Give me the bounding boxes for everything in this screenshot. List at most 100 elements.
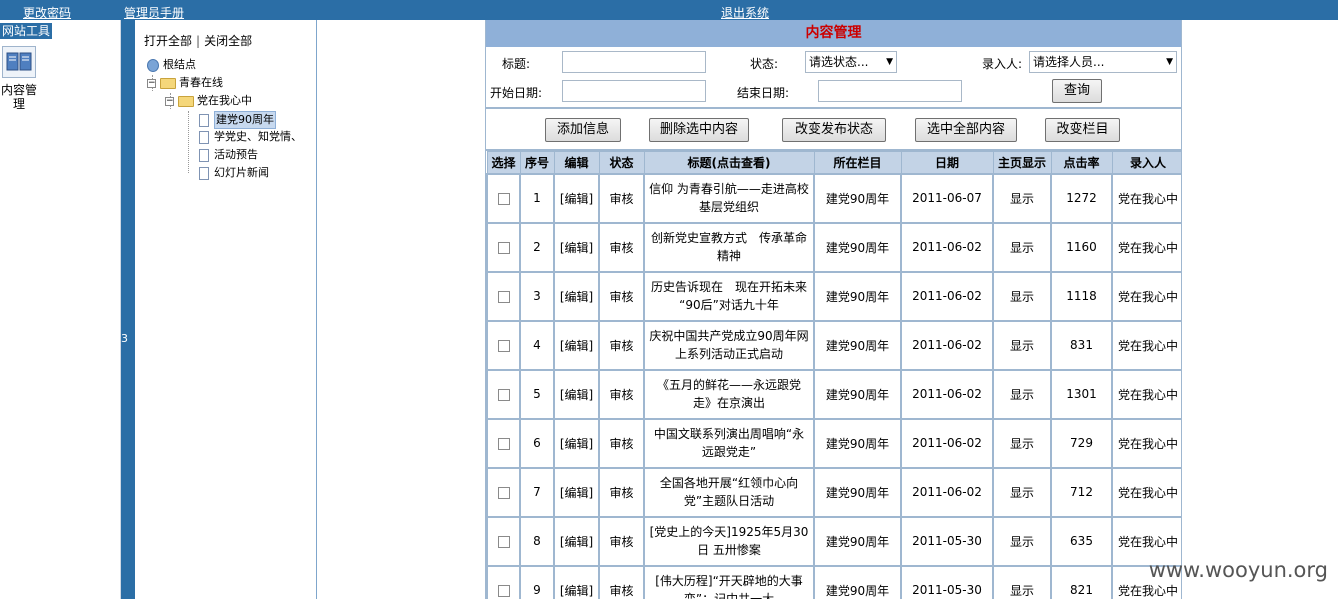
row-title-link[interactable]: 中国文联系列演出周唱响“永远跟党走” — [643, 417, 815, 469]
open-all-link[interactable]: 打开全部 — [144, 34, 192, 48]
row-date: 2011-06-02 — [900, 319, 994, 371]
row-author: 党在我心中 — [1111, 368, 1181, 420]
logout-link[interactable]: 退出系统 — [721, 4, 769, 21]
row-number: 2 — [519, 221, 555, 273]
row-checkbox[interactable] — [497, 584, 510, 597]
row-checkbox[interactable] — [497, 192, 510, 205]
row-edit-link[interactable]: [编辑] — [553, 319, 600, 371]
tool-panel-title: 网站工具 — [0, 23, 53, 39]
splitter-toggle[interactable]: 3 — [121, 332, 128, 345]
tree-leaf-label: 活动预告 — [214, 148, 258, 161]
row-column: 建党90周年 — [813, 515, 902, 567]
row-edit-link[interactable]: [编辑] — [553, 368, 600, 420]
row-status: 审核 — [598, 270, 645, 322]
row-edit-link[interactable]: [编辑] — [553, 515, 600, 567]
row-title-link[interactable]: 历史告诉现在 现在开拓未来 “90后”对话九十年 — [643, 270, 815, 322]
row-home-display: 显示 — [992, 221, 1052, 273]
close-all-link[interactable]: 关闭全部 — [204, 34, 252, 48]
row-checkbox[interactable] — [497, 388, 510, 401]
tree-node-dangzai[interactable]: − 党在我心中 — [165, 93, 252, 109]
table-row: 3 [编辑] 审核 历史告诉现在 现在开拓未来 “90后”对话九十年 建党90周… — [486, 270, 1181, 322]
row-title-link[interactable]: [党史上的今天]1925年5月30日 五卅惨案 — [643, 515, 815, 567]
folder-icon — [160, 77, 176, 89]
change-publish-status-button[interactable]: 改变发布状态 — [782, 118, 886, 142]
query-button[interactable]: 查询 — [1052, 79, 1102, 103]
row-title-link[interactable]: 全国各地开展“红领巾心向党”主题队日活动 — [643, 466, 815, 518]
tree-node-label: 青春在线 — [179, 76, 223, 89]
row-title-link[interactable]: 创新党史宣教方式 传承革命精神 — [643, 221, 815, 273]
row-author: 党在我心中 — [1111, 319, 1181, 371]
row-column: 建党90周年 — [813, 172, 902, 224]
row-edit-link[interactable]: [编辑] — [553, 564, 600, 599]
row-author: 党在我心中 — [1111, 417, 1181, 469]
row-clicks: 1118 — [1050, 270, 1113, 322]
row-author: 党在我心中 — [1111, 270, 1181, 322]
select-all-button[interactable]: 选中全部内容 — [915, 118, 1017, 142]
status-select[interactable]: 请选状态... ▼ — [805, 51, 897, 73]
row-edit-link[interactable]: [编辑] — [553, 417, 600, 469]
table-header-row: 选择 序号 编辑 状态 标题(点击查看) 所在栏目 日期 主页显示 点击率 录入… — [486, 151, 1181, 174]
row-date: 2011-06-02 — [900, 466, 994, 518]
row-edit-link[interactable]: [编辑] — [553, 172, 600, 224]
start-date-input[interactable] — [562, 80, 706, 102]
row-number: 9 — [519, 564, 555, 599]
category-tree-panel: 打开全部 | 关闭全部 根结点 − 青春在线 − 党在我心中 建党90周年 学党史、… — [135, 20, 317, 599]
row-title-link[interactable]: 《五月的鲜花——永远跟党走》在京演出 — [643, 368, 815, 420]
tree-leaf-slides[interactable]: 幻灯片新闻 — [199, 165, 269, 181]
table-row: 1 [编辑] 审核 信仰 为青春引航——走进高校基层党组织 建党90周年 201… — [486, 172, 1181, 224]
entry-person-select[interactable]: 请选择人员... ▼ — [1029, 51, 1177, 73]
row-checkbox[interactable] — [497, 339, 510, 352]
row-edit-link[interactable]: [编辑] — [553, 221, 600, 273]
document-icon — [199, 148, 209, 162]
tree-leaf-history[interactable]: 学党史、知党情、 — [199, 129, 302, 145]
row-date: 2011-06-02 — [900, 368, 994, 420]
content-management-tool[interactable]: 内容管理 — [0, 83, 38, 111]
tree-leaf-label: 学党史、知党情、 — [214, 130, 302, 143]
pane-splitter[interactable]: 3 — [121, 20, 135, 599]
row-checkbox[interactable] — [497, 290, 510, 303]
document-icon — [199, 113, 209, 127]
row-clicks: 712 — [1050, 466, 1113, 518]
row-home-display: 显示 — [992, 270, 1052, 322]
entry-person-select-value: 请选择人员... — [1033, 55, 1105, 69]
row-select-cell — [486, 466, 521, 518]
row-column: 建党90周年 — [813, 221, 902, 273]
collapse-icon[interactable]: − — [165, 96, 174, 106]
change-password-link[interactable]: 更改密码 — [23, 4, 71, 21]
row-select-cell — [486, 515, 521, 567]
row-date: 2011-06-02 — [900, 270, 994, 322]
tree-leaf-preview[interactable]: 活动预告 — [199, 147, 258, 163]
title-input[interactable] — [562, 51, 706, 73]
row-edit-link[interactable]: [编辑] — [553, 466, 600, 518]
column-header-clicks: 点击率 — [1050, 151, 1113, 174]
tree-node-qingchun[interactable]: − 青春在线 — [147, 75, 223, 91]
row-title-link[interactable]: 信仰 为青春引航——走进高校基层党组织 — [643, 172, 815, 224]
row-title-link[interactable]: 庆祝中国共产党成立90周年网上系列活动正式启动 — [643, 319, 815, 371]
row-edit-link[interactable]: [编辑] — [553, 270, 600, 322]
row-column: 建党90周年 — [813, 417, 902, 469]
top-bar: 更改密码 管理员手册 退出系统 — [0, 0, 1338, 20]
add-info-button[interactable]: 添加信息 — [545, 118, 621, 142]
row-number: 8 — [519, 515, 555, 567]
collapse-icon[interactable]: − — [147, 78, 156, 88]
column-header-title: 标题(点击查看) — [643, 151, 815, 174]
change-column-button[interactable]: 改变栏目 — [1045, 118, 1120, 142]
row-checkbox[interactable] — [497, 241, 510, 254]
row-column: 建党90周年 — [813, 368, 902, 420]
delete-selected-button[interactable]: 删除选中内容 — [649, 118, 749, 142]
row-checkbox[interactable] — [497, 535, 510, 548]
admin-manual-link[interactable]: 管理员手册 — [124, 4, 184, 21]
row-date: 2011-06-07 — [900, 172, 994, 224]
row-checkbox[interactable] — [497, 437, 510, 450]
tree-leaf-90th[interactable]: 建党90周年 — [199, 111, 276, 129]
row-title-link[interactable]: [伟大历程]“开天辟地的大事变”：记中共一大 — [643, 564, 815, 599]
globe-icon — [147, 58, 159, 72]
tree-root[interactable]: 根结点 — [147, 57, 196, 73]
row-checkbox[interactable] — [497, 486, 510, 499]
book-icon[interactable] — [2, 46, 36, 78]
entry-person-label: 录入人: — [982, 57, 1023, 71]
row-number: 5 — [519, 368, 555, 420]
row-clicks: 635 — [1050, 515, 1113, 567]
chevron-down-icon: ▼ — [1166, 57, 1173, 67]
end-date-input[interactable] — [818, 80, 962, 102]
